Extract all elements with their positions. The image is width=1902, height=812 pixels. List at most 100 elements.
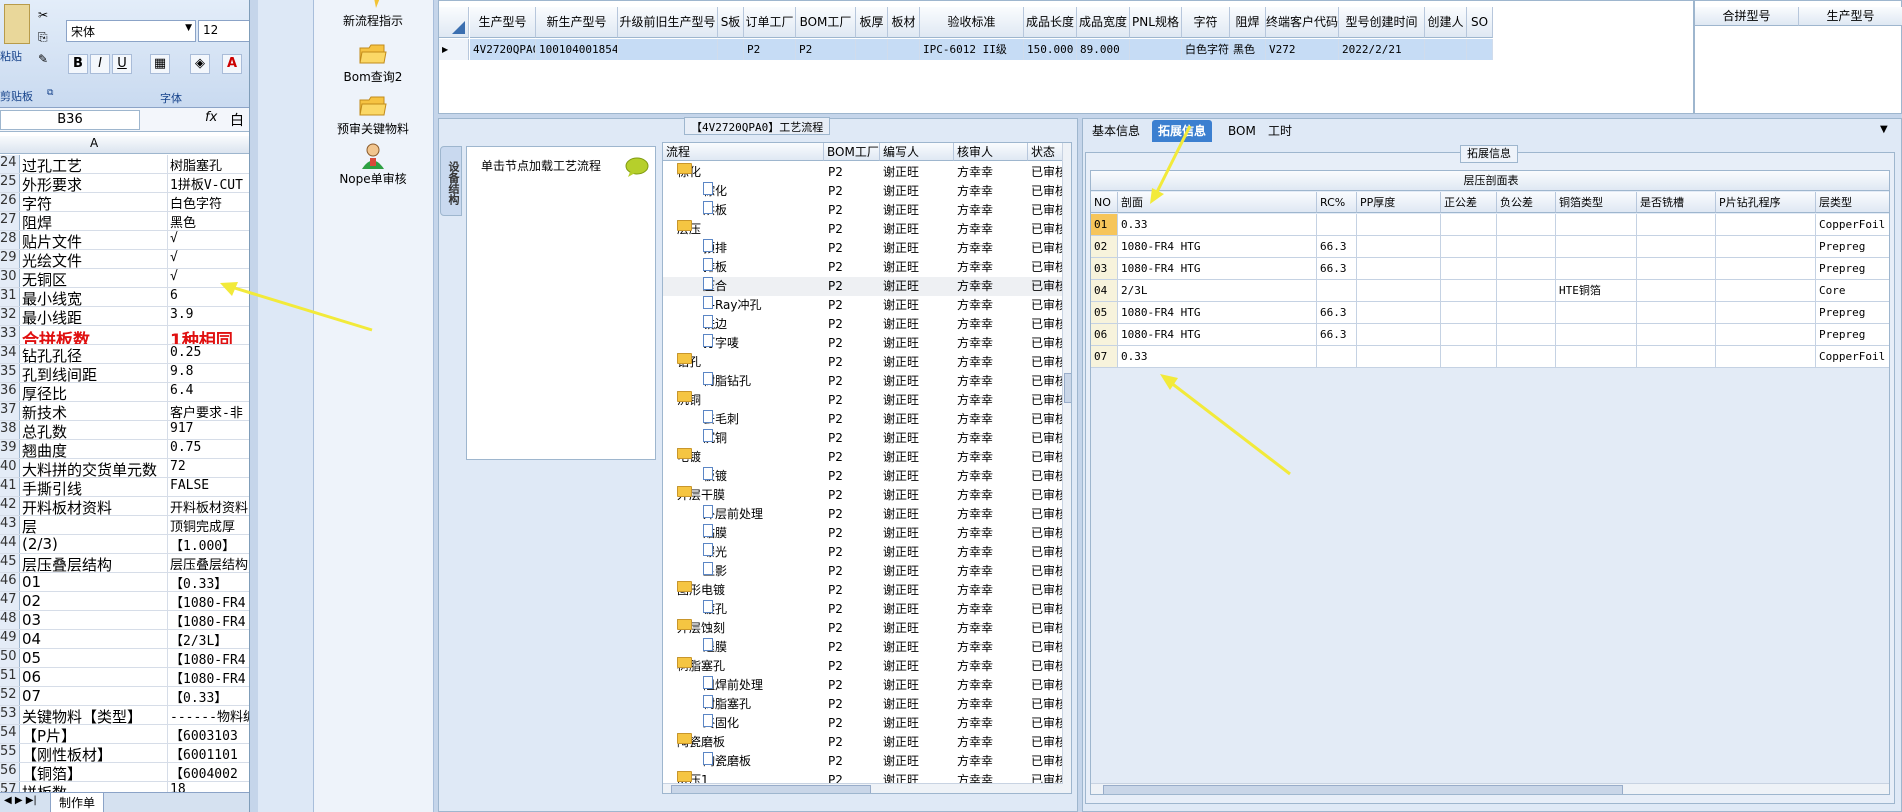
lamination-cell[interactable] [1637,302,1716,324]
cell-a[interactable]: 光绘文件 [20,250,168,268]
lamination-cell[interactable] [1716,214,1816,236]
cell-b[interactable]: 黑色 [168,212,249,230]
grid-cell[interactable]: IPC-6012 II级 [920,39,1024,60]
grid-header-cell[interactable]: BOM工厂 [796,7,856,38]
cell-b[interactable]: 1拼板V-CUT [168,174,249,192]
sheet-grid[interactable]: 24 过孔工艺 树脂塞孔 25 外形要求 1拼板V-CUT 26 字符 白色字符 27 阻焊 黑色 28… [0,155,249,801]
lamination-cell[interactable]: Prepreg [1816,324,1889,346]
cell-a[interactable]: 07 [20,687,168,705]
cell-a[interactable]: 无铜区 [20,269,168,287]
row-number[interactable]: 37 [0,402,20,420]
tree-row[interactable]: X-Ray冲孔 P2 谢正旺 方幸幸 已审核 [663,296,1067,315]
paste-icon[interactable] [4,4,30,44]
grid-header-cell[interactable]: 板材 [888,7,920,38]
tree-row[interactable]: 棕化 P2 谢正旺 方幸幸 已审核 [663,182,1067,201]
tree-row[interactable]: −外层蚀刻P2谢正旺方幸幸已审核 [663,619,1067,638]
sheet-row[interactable]: 26 字符 白色字符 [0,193,249,212]
tree-row[interactable]: −陶瓷磨板P2谢正旺方幸幸已审核 [663,733,1067,752]
row-number[interactable]: 47 [0,592,20,610]
sheet-row[interactable]: 38 总孔数 917 [0,421,249,440]
lamination-cell[interactable] [1556,346,1637,368]
lamination-cell[interactable] [1357,324,1441,346]
cell-b[interactable]: 【6001101 [168,744,249,762]
lamination-header-cell[interactable]: 层类型 [1816,192,1889,213]
sheet-tab-active[interactable]: 制作单 [50,793,105,812]
cell-a[interactable]: 03 [20,611,168,629]
vertical-scrollbar[interactable] [1062,143,1071,793]
column-a-header[interactable]: A [90,136,98,150]
cell-a[interactable]: 【铜箔】 [20,763,168,781]
fx-icon[interactable]: fx [205,110,217,125]
lamination-cell[interactable]: 66.3 [1317,302,1357,324]
cell-a[interactable]: 翘曲度 [20,440,168,458]
sheet-row[interactable]: 52 07 【0.33】 [0,687,249,706]
cell-b[interactable]: FALSE [168,478,249,496]
border-icon[interactable]: ▦ [150,54,170,74]
tree-row[interactable]: 打字唛 P2 谢正旺 方幸幸 已审核 [663,334,1067,353]
lamination-cell[interactable] [1357,214,1441,236]
row-number[interactable]: 55 [0,744,20,762]
sheet-row[interactable]: 24 过孔工艺 树脂塞孔 [0,155,249,174]
row-number-cell[interactable]: 03 [1091,258,1118,280]
cell-a[interactable]: 字符 [20,193,168,211]
lamination-cell[interactable] [1716,302,1816,324]
cell-a[interactable]: 关键物料【类型】 [20,706,168,724]
grid-header-cell[interactable]: S板 [718,7,744,38]
lamination-cell[interactable]: 1080-FR4 HTG [1118,302,1317,324]
cell-b[interactable]: 层压叠层结构 [168,554,249,572]
row-number[interactable]: 52 [0,687,20,705]
sidebar-item-bom-query[interactable]: Bom查询2 [308,40,438,85]
cell-a[interactable]: 01 [20,573,168,591]
tree-row[interactable]: −图形电镀P2谢正旺方幸幸已审核 [663,581,1067,600]
lamination-cell[interactable]: 66.3 [1317,236,1357,258]
grid-header-cell[interactable]: SO [1467,7,1493,38]
cell-a[interactable]: 手撕引线 [20,478,168,496]
sheet-row[interactable]: 47 02 【1080-FR4 [0,592,249,611]
sheet-row[interactable]: 51 06 【1080-FR4 [0,668,249,687]
row-number[interactable]: 33 [0,326,20,344]
lamination-cell[interactable] [1441,302,1497,324]
lamination-cell[interactable]: 66.3 [1317,258,1357,280]
tree-row[interactable]: 阻焊前处理 P2 谢正旺 方幸幸 已审核 [663,676,1067,695]
tree-row[interactable]: 终固化 P2 谢正旺 方幸幸 已审核 [663,714,1067,733]
lamination-table[interactable]: 层压剖面表 NO 剖面 RC% PP厚度 正公差 负公差 铜箔类型 是否铣槽 P片钻孔程序 层类型… [1090,170,1890,795]
grid-cell[interactable]: 150.000 [1024,39,1077,60]
tree-row[interactable]: 曝光 P2 谢正旺 方幸幸 已审核 [663,543,1067,562]
row-number[interactable]: 54 [0,725,20,743]
cell-b[interactable]: 【0.33】 [168,687,249,705]
cell-b[interactable]: 客户要求-非 [168,402,249,420]
lamination-cell[interactable] [1716,236,1816,258]
sidebar-item-nope-review[interactable]: Nope单审核 [308,142,438,187]
row-number[interactable]: 39 [0,440,20,458]
sheet-row[interactable]: 54 【P片】 【6003103 [0,725,249,744]
tree-row[interactable]: 压合 P2 谢正旺 方幸幸 已审核 [663,277,1067,296]
tree-row[interactable]: 显影 P2 谢正旺 方幸幸 已审核 [663,562,1067,581]
lamination-cell[interactable] [1441,236,1497,258]
row-number[interactable]: 51 [0,668,20,686]
grid-cell[interactable] [718,39,744,60]
lamination-cell[interactable] [1637,324,1716,346]
cell-a[interactable]: 层 [20,516,168,534]
horizontal-scrollbar[interactable] [663,783,1063,793]
sidebar-item-pre-review[interactable]: 预审关键物料 [308,92,438,137]
lamination-header-cell[interactable]: RC% [1317,192,1357,213]
tree-row[interactable]: −层压P2谢正旺方幸幸已审核 [663,220,1067,239]
grid-header-cell[interactable]: 型号创建时间 [1339,7,1425,38]
lamination-cell[interactable] [1637,346,1716,368]
grid-cell[interactable]: 2022/2/21 [1339,39,1425,60]
lamination-cell[interactable] [1556,302,1637,324]
tab-basic-info[interactable]: 基本信息 [1086,120,1146,142]
cell-b[interactable]: 【2/3L】 [168,630,249,648]
sheet-row[interactable]: 49 04 【2/3L】 [0,630,249,649]
sheet-row[interactable]: 43 层顶铜完成厚 [0,516,249,535]
sheet-row[interactable]: 50 05 【1080-FR4 [0,649,249,668]
formula-input[interactable]: 白 [230,110,244,130]
scrollbar-thumb[interactable] [1064,373,1071,403]
lamination-cell[interactable] [1317,346,1357,368]
cell-a[interactable]: 阻焊 [20,212,168,230]
tree-row[interactable]: 树脂塞孔 P2 谢正旺 方幸幸 已审核 [663,695,1067,714]
tree-row[interactable]: −棕化P2谢正旺方幸幸已审核 [663,163,1067,182]
lamination-cell[interactable] [1637,214,1716,236]
cell-a[interactable]: 【刚性板材】 [20,744,168,762]
cell-b[interactable]: 【1080-FR4 [168,649,249,667]
